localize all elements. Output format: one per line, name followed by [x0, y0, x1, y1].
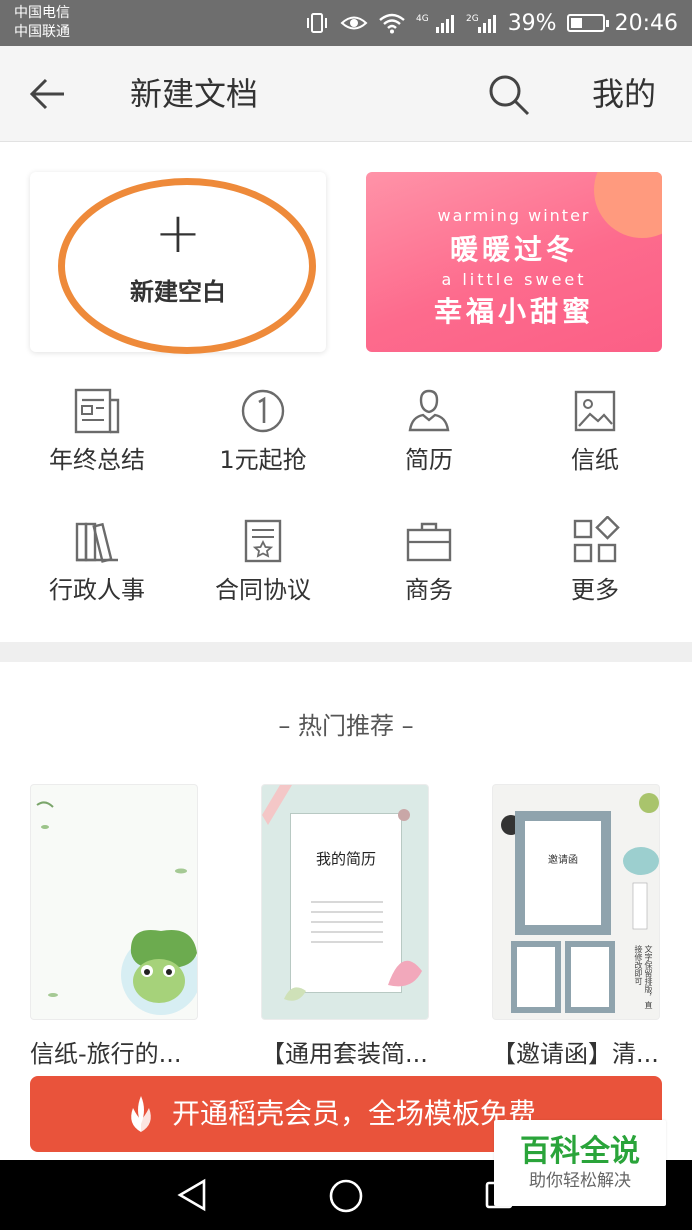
banner-line-3: a little sweet [441, 270, 587, 289]
banner-line-1: warming winter [437, 206, 591, 225]
template-thumb-3[interactable]: 邀请函 文字保留排版，直接修改即可 [492, 784, 660, 1020]
person-icon [408, 389, 450, 432]
app-header: 新建文档 我的 [0, 46, 692, 142]
battery-percent: 39% [507, 10, 557, 36]
category-hr-admin[interactable]: 行政人事 [14, 516, 180, 606]
frog-illustration [36, 801, 197, 1015]
carrier-1: 中国电信 [14, 5, 70, 21]
banner-line-4: 幸福小甜蜜 [433, 295, 594, 328]
books-icon [75, 522, 118, 563]
category-one-yuan[interactable]: 1元起抢 [180, 386, 346, 476]
nav-home-icon[interactable] [328, 1178, 364, 1214]
svg-text:4G: 4G [416, 14, 429, 24]
flower-decoration [262, 785, 422, 1001]
category-label: 更多 [571, 576, 619, 604]
carrier-info: 中国电信 中国联通 [14, 4, 70, 42]
category-label: 商务 [405, 576, 453, 604]
newspaper-icon [74, 388, 120, 434]
category-label: 1元起抢 [219, 446, 307, 474]
battery-icon [566, 14, 609, 32]
page-title: 新建文档 [130, 75, 259, 113]
mine-button[interactable]: 我的 [592, 74, 656, 114]
category-business[interactable]: 商务 [346, 516, 512, 606]
briefcase-icon [406, 522, 452, 562]
search-icon[interactable] [486, 72, 532, 118]
signal-4g-icon: 4G [416, 14, 454, 33]
promo-label: 开通稻壳会员，全场模板免费 [172, 1097, 537, 1130]
battery-level [570, 18, 583, 28]
status-bar: 中国电信 中国联通 4G 2G 39% 20:46 [0, 0, 692, 46]
watermark-logo: 百科全说 助你轻松解决 [494, 1120, 666, 1206]
contract-icon [244, 519, 282, 563]
invitation-title: 邀请函 [548, 855, 578, 866]
watermark-sub: 助你轻松解决 [529, 1171, 631, 1191]
section-divider [0, 642, 692, 662]
image-icon [574, 390, 616, 432]
back-arrow-icon[interactable] [26, 74, 70, 114]
category-label: 简历 [405, 446, 453, 474]
status-icons: 4G 2G 39% 20:46 [304, 6, 678, 40]
category-resume[interactable]: 简历 [346, 386, 512, 476]
invitation-side-text: 文字保留排版，直接修改即可 [634, 945, 653, 1009]
carrier-2: 中国联通 [14, 24, 70, 40]
category-label: 信纸 [571, 446, 619, 474]
vibrate-icon [306, 13, 327, 33]
highlight-oval [58, 178, 316, 354]
category-more[interactable]: 更多 [512, 516, 678, 606]
nav-back-icon[interactable] [176, 1178, 208, 1212]
svg-text:2G: 2G [466, 14, 479, 24]
category-label: 行政人事 [49, 576, 145, 604]
category-letter-paper[interactable]: 信纸 [512, 386, 678, 476]
template-label-3[interactable]: 【邀请函】清... [492, 1034, 659, 1069]
signal-2g-icon: 2G [466, 14, 496, 33]
template-label-1[interactable]: 信纸-旅行的... [30, 1034, 182, 1069]
leaf-icon [131, 1096, 151, 1132]
wifi-icon [378, 13, 405, 34]
eye-icon [340, 16, 368, 30]
hot-section-title: – 热门推荐 – [278, 712, 414, 740]
promo-banner[interactable]: warming winter 暖暖过冬 a little sweet 幸福小甜蜜 [366, 172, 662, 352]
more-grid-icon [573, 516, 620, 563]
template-thumb-2[interactable]: 我的简历 [261, 784, 429, 1020]
clock: 20:46 [614, 10, 678, 36]
category-label: 合同协议 [215, 576, 311, 604]
category-year-end-summary[interactable]: 年终总结 [14, 386, 180, 476]
template-thumb-1[interactable] [30, 784, 198, 1020]
category-contract[interactable]: 合同协议 [180, 516, 346, 606]
one-coin-icon [241, 389, 285, 433]
category-label: 年终总结 [49, 446, 145, 474]
banner-line-2: 暖暖过冬 [449, 233, 578, 266]
watermark-main: 百科全说 [520, 1134, 640, 1169]
template-label-2[interactable]: 【通用套装简... [261, 1034, 428, 1069]
